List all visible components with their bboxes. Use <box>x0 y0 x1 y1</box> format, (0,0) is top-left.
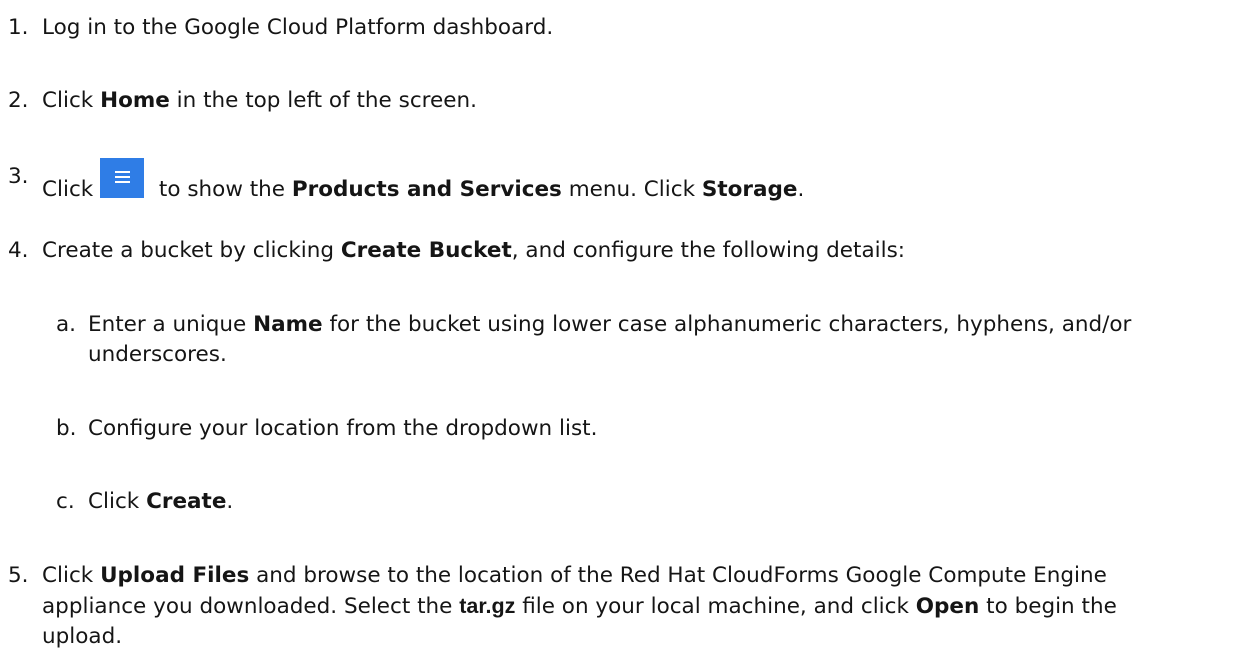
instructions-document: 1. Log in to the Google Cloud Platform d… <box>0 0 1236 652</box>
step-text: Log in to the Google Cloud Platform dash… <box>42 15 554 40</box>
substep-letter: c. <box>56 489 75 514</box>
step-text: Create a bucket by clicking Create Bucke… <box>42 238 906 263</box>
file-extension: tar.gz <box>459 594 516 618</box>
hamburger-menu-icon <box>100 158 145 198</box>
step-number: 1. <box>8 15 29 40</box>
substep-letter: a. <box>56 312 77 337</box>
step-number: 4. <box>8 238 29 263</box>
ui-term-home: Home <box>100 88 170 113</box>
ui-term-create-bucket: Create Bucket <box>340 238 512 263</box>
ui-term-open: Open <box>915 594 980 619</box>
step-number: 3. <box>8 164 29 189</box>
step-number: 2. <box>8 88 29 113</box>
ui-term-products-and-services: Products and Services <box>291 177 562 202</box>
ui-term-storage: Storage <box>701 177 798 202</box>
ui-term-create: Create <box>146 489 227 514</box>
substep-text: Enter a unique Name for the bucket using… <box>88 312 1132 367</box>
ui-term-upload-files: Upload Files <box>100 563 250 588</box>
substep-letter: b. <box>56 416 77 441</box>
step-number: 5. <box>8 563 29 588</box>
ui-term-name: Name <box>253 312 323 337</box>
step-text: Click Upload Files and browse to the loc… <box>42 563 1117 649</box>
substep-text: Click Create. <box>88 489 234 514</box>
substep-text: Configure your location from the dropdow… <box>88 416 598 441</box>
step-text: Click Home in the top left of the screen… <box>42 88 477 113</box>
step-text: Click to show the Products and Services … <box>42 158 1196 205</box>
